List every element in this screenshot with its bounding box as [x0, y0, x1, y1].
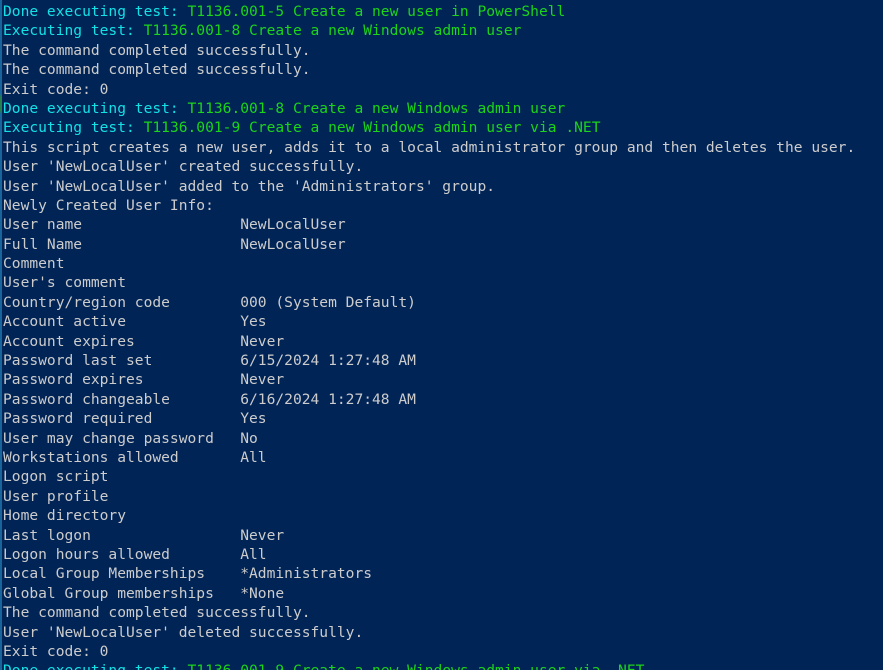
- terminal-line: The command completed successfully.: [3, 603, 883, 622]
- terminal-line: Logon hours allowed All: [3, 545, 883, 564]
- terminal-text-segment: T1136.001-9 Create a new Windows admin u…: [188, 662, 645, 670]
- terminal-text-segment: Executing test:: [3, 119, 144, 137]
- terminal-text-segment: T1136.001-8 Create a new Windows admin u…: [143, 22, 522, 40]
- terminal-line: Password last set 6/15/2024 1:27:48 AM: [3, 351, 883, 370]
- terminal-line: Newly Created User Info:: [3, 196, 883, 215]
- terminal-line: Done executing test: T1136.001-8 Create …: [3, 99, 883, 118]
- terminal-text-segment: User 'NewLocalUser' created successfully…: [3, 158, 364, 176]
- terminal-line: Account active Yes: [3, 312, 883, 331]
- terminal-text-segment: User 'NewLocalUser' deleted successfully…: [3, 623, 364, 641]
- terminal-text-segment: Comment: [3, 255, 65, 273]
- terminal-line: User name NewLocalUser: [3, 215, 883, 234]
- terminal-text-segment: Full Name NewLocalUser: [3, 235, 346, 253]
- terminal-text-segment: Done executing test:: [3, 3, 188, 20]
- terminal-line: Home directory: [3, 506, 883, 525]
- terminal-text-segment: Logon script: [3, 468, 109, 486]
- terminal-line: User's comment: [3, 273, 883, 292]
- terminal-text-segment: Password expires Never: [3, 371, 285, 389]
- terminal-line: Done executing test: T1136.001-5 Create …: [3, 2, 883, 21]
- powershell-terminal[interactable]: Done executing test: T1136.001-5 Create …: [0, 0, 883, 670]
- terminal-text-segment: Password last set 6/15/2024 1:27:48 AM: [3, 352, 416, 370]
- terminal-line: User 'NewLocalUser' added to the 'Admini…: [3, 177, 883, 196]
- terminal-text-segment: Password required Yes: [3, 410, 267, 428]
- terminal-line: The command completed successfully.: [3, 41, 883, 60]
- terminal-text-segment: Account active Yes: [3, 313, 267, 331]
- terminal-line: The command completed successfully.: [3, 60, 883, 79]
- terminal-text-segment: Password changeable 6/16/2024 1:27:48 AM: [3, 390, 416, 408]
- terminal-line: Local Group Memberships *Administrators: [3, 564, 883, 583]
- terminal-text-segment: Local Group Memberships *Administrators: [3, 565, 373, 583]
- terminal-line: Executing test: T1136.001-8 Create a new…: [3, 21, 883, 40]
- terminal-text-segment: The command completed successfully.: [3, 604, 311, 622]
- terminal-line: User may change password No: [3, 429, 883, 448]
- terminal-text-segment: Workstations allowed All: [3, 448, 267, 466]
- terminal-text-segment: User 'NewLocalUser' added to the 'Admini…: [3, 177, 496, 195]
- terminal-text-segment: Global Group memberships *None: [3, 584, 285, 602]
- terminal-line: Executing test: T1136.001-9 Create a new…: [3, 118, 883, 137]
- terminal-text-segment: Account expires Never: [3, 332, 285, 350]
- terminal-text-segment: Home directory: [3, 507, 127, 525]
- terminal-line: Password expires Never: [3, 370, 883, 389]
- terminal-line: User 'NewLocalUser' deleted successfully…: [3, 623, 883, 642]
- terminal-line: Global Group memberships *None: [3, 584, 883, 603]
- terminal-line: User profile: [3, 487, 883, 506]
- terminal-text-segment: User's comment: [3, 274, 127, 292]
- terminal-text-segment: Exit code: 0: [3, 642, 109, 660]
- terminal-left-edge-stripe: [0, 0, 2, 670]
- terminal-text-segment: Last logon Never: [3, 526, 285, 544]
- terminal-line: Workstations allowed All: [3, 448, 883, 467]
- terminal-line: Full Name NewLocalUser: [3, 235, 883, 254]
- terminal-line: Comment: [3, 254, 883, 273]
- terminal-text-segment: User may change password No: [3, 429, 258, 447]
- terminal-line: Account expires Never: [3, 332, 883, 351]
- terminal-output-lines: Done executing test: T1136.001-5 Create …: [3, 2, 883, 670]
- terminal-text-segment: User profile: [3, 487, 109, 505]
- terminal-text-segment: T1136.001-9 Create a new Windows admin u…: [143, 119, 601, 137]
- terminal-line: Last logon Never: [3, 526, 883, 545]
- terminal-text-segment: Exit code: 0: [3, 80, 109, 98]
- terminal-text-segment: This script creates a new user, adds it …: [3, 138, 856, 156]
- terminal-line: This script creates a new user, adds it …: [3, 138, 883, 157]
- terminal-text-segment: T1136.001-8 Create a new Windows admin u…: [187, 99, 566, 117]
- terminal-line: Exit code: 0: [3, 642, 883, 661]
- terminal-line: Done executing test: T1136.001-9 Create …: [3, 661, 883, 670]
- terminal-line: Logon script: [3, 467, 883, 486]
- terminal-text-segment: Country/region code 000 (System Default): [3, 293, 416, 311]
- terminal-text-segment: Done executing test:: [3, 99, 188, 117]
- terminal-line: Exit code: 0: [3, 80, 883, 99]
- terminal-text-segment: Newly Created User Info:: [3, 196, 214, 214]
- terminal-text-segment: The command completed successfully.: [3, 61, 311, 79]
- terminal-line: Password required Yes: [3, 409, 883, 428]
- terminal-text-segment: Done executing test:: [3, 662, 188, 670]
- terminal-text-segment: Executing test:: [3, 22, 144, 40]
- terminal-text-segment: T1136.001-5 Create a new user in PowerSh…: [187, 3, 566, 20]
- terminal-line: Password changeable 6/16/2024 1:27:48 AM: [3, 390, 883, 409]
- terminal-text-segment: User name NewLocalUser: [3, 216, 346, 234]
- terminal-text-segment: The command completed successfully.: [3, 41, 311, 59]
- terminal-line: Country/region code 000 (System Default): [3, 293, 883, 312]
- terminal-text-segment: Logon hours allowed All: [3, 545, 267, 563]
- terminal-line: User 'NewLocalUser' created successfully…: [3, 157, 883, 176]
